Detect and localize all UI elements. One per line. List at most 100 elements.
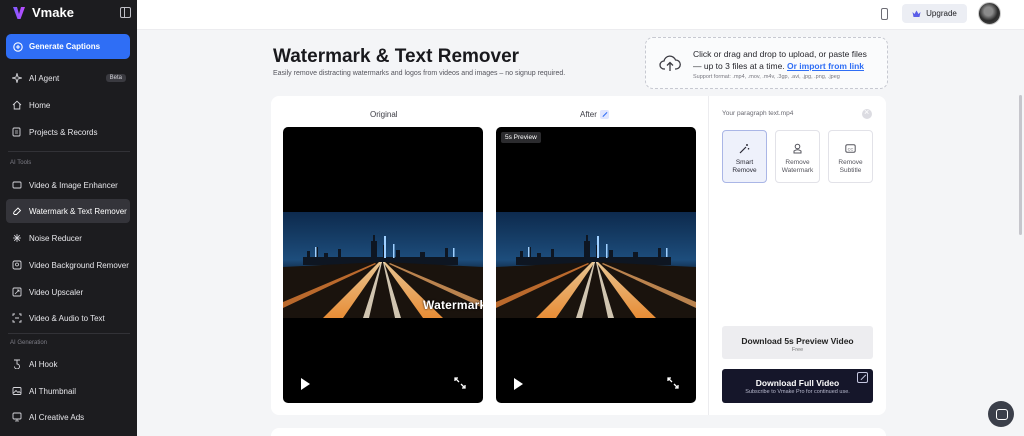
beta-badge: Beta [105,74,126,82]
download-full-button[interactable]: Download Full Video Subscribe to Vmake P… [722,369,873,403]
section-label-ai-tools: AI Tools [10,160,32,166]
sidebar-item-enhancer[interactable]: Video & Image Enhancer [6,173,130,197]
sidebar-item-home[interactable]: Home [6,93,130,117]
sidebar-item-bg-remover[interactable]: Video Background Remover [6,253,130,277]
crown-icon [912,10,921,17]
upload-text-a: Click or drag and drop to upload, or pas… [693,49,867,59]
sidebar-item-audio-to-text[interactable]: Video & Audio to Text [6,306,130,330]
magic-wand-icon [599,110,609,120]
sidebar-item-label: AI Thumbnail [29,386,76,396]
ads-icon [12,412,22,422]
home-icon [12,100,22,110]
mode-smart-remove[interactable]: Smart Remove [722,130,767,183]
sidebar-item-label: AI Creative Ads [29,412,85,422]
play-icon[interactable] [301,378,310,390]
sidebar-item-ai-hook[interactable]: AI Hook [6,352,130,376]
closed-caption-icon: CC [845,144,856,153]
plus-circle-icon [13,41,23,52]
upload-dropzone[interactable]: Click or drag and drop to upload, or pas… [645,37,888,89]
play-icon[interactable] [514,378,523,390]
cloud-upload-icon [659,55,681,71]
sidebar-item-watermark-remover[interactable]: Watermark & Text Remover [6,199,130,223]
bg-remove-icon [12,260,22,270]
import-from-link[interactable]: Or import from link [787,61,864,71]
secondary-card [271,428,886,436]
file-name: Your paragraph text.mp4 [722,110,794,117]
sidebar-item-label: Video Upscaler [29,287,84,297]
download-preview-button[interactable]: Download 5s Preview Video Free [722,326,873,359]
supported-formats: Support format: .mp4, .mov, .m4v, .3gp, … [693,74,840,80]
sidebar-item-label: Noise Reducer [29,233,82,243]
after-label: After [580,110,597,119]
enhance-icon [12,180,22,190]
watermark-text: Watermarks [423,298,483,312]
hook-icon [12,359,22,369]
after-video[interactable]: 5s Preview [496,127,696,403]
remove-file-icon[interactable] [862,107,872,119]
sparkle-icon [12,73,22,83]
mode-label: Smart Remove [732,159,757,174]
download-full-title: Download Full Video [755,378,840,388]
sidebar-item-noise-reducer[interactable]: Noise Reducer [6,226,130,250]
upgrade-button[interactable]: Upgrade [902,4,967,23]
sidebar-item-ai-agent[interactable]: AI Agent Beta [6,66,130,90]
vmake-logo-icon [13,6,25,19]
preview-badge: 5s Preview [501,132,541,143]
upload-text-b: — up to 3 files at a time. [693,61,788,71]
fullscreen-icon[interactable] [667,377,679,389]
mobile-phone-icon[interactable] [881,8,888,20]
brand-logo[interactable]: Vmake [12,5,74,20]
sidebar: Vmake Generate Captions AI Agent Beta Ho… [0,0,137,436]
download-preview-sub: Free [791,347,804,353]
sidebar-item-projects[interactable]: Projects & Records [6,120,130,144]
download-preview-title: Download 5s Preview Video [741,336,854,346]
sidebar-item-label: Projects & Records [29,127,98,137]
after-label-wrap: After [580,110,609,120]
generate-captions-label: Generate Captions [29,42,101,51]
generate-captions-button[interactable]: Generate Captions [6,34,130,59]
original-label: Original [370,110,398,119]
avatar[interactable] [978,2,1001,25]
folder-icon [12,127,22,137]
chat-support-icon[interactable] [988,401,1014,427]
brand-name: Vmake [32,5,74,20]
top-bar: Upgrade [137,0,1024,30]
sidebar-divider [8,333,130,334]
city-highway-image [496,212,696,318]
sidebar-item-label: Video Background Remover [29,260,129,270]
mode-remove-watermark[interactable]: Remove Watermark [775,130,820,183]
upgrade-label: Upgrade [926,9,957,18]
sidebar-item-label: Video & Image Enhancer [29,180,118,190]
mode-label: Remove Watermark [781,159,814,174]
page-scrollbar[interactable] [1019,95,1022,235]
sidebar-collapse-icon[interactable] [120,7,131,18]
sidebar-item-ai-creative-ads[interactable]: AI Creative Ads [6,405,130,429]
sidebar-item-label: AI Agent [29,73,60,83]
sidebar-item-ai-thumbnail[interactable]: AI Thumbnail [6,379,130,403]
page-subtitle: Easily remove distracting watermarks and… [273,70,566,77]
sidebar-item-label: Video & Audio to Text [29,313,105,323]
panel-divider [708,96,709,415]
transcript-icon [12,313,22,323]
mode-label: Remove Subtitle [838,159,863,174]
sidebar-item-label: Watermark & Text Remover [29,206,127,216]
page-title: Watermark & Text Remover [273,46,520,67]
mode-remove-subtitle[interactable]: CC Remove Subtitle [828,130,873,183]
thumbnail-icon [12,386,22,396]
sidebar-item-upscaler[interactable]: Video Upscaler [6,280,130,304]
eraser-icon [12,206,22,216]
original-video[interactable]: Watermarks [283,127,483,403]
noise-icon [12,233,22,243]
upload-instructions: Click or drag and drop to upload, or pas… [693,48,883,72]
upscale-icon [12,287,22,297]
svg-text:CC: CC [848,146,854,151]
sidebar-divider [8,151,130,152]
section-label-ai-generation: AI Generation [10,340,48,346]
sidebar-item-label: Home [29,100,51,110]
fullscreen-icon[interactable] [454,377,466,389]
pro-wand-icon [857,372,868,383]
download-full-sub: Subscribe to Vmake Pro for continued use… [745,389,850,395]
sidebar-item-label: AI Hook [29,359,58,369]
person-stamp-icon [793,143,802,154]
magic-wand-icon [739,144,750,154]
